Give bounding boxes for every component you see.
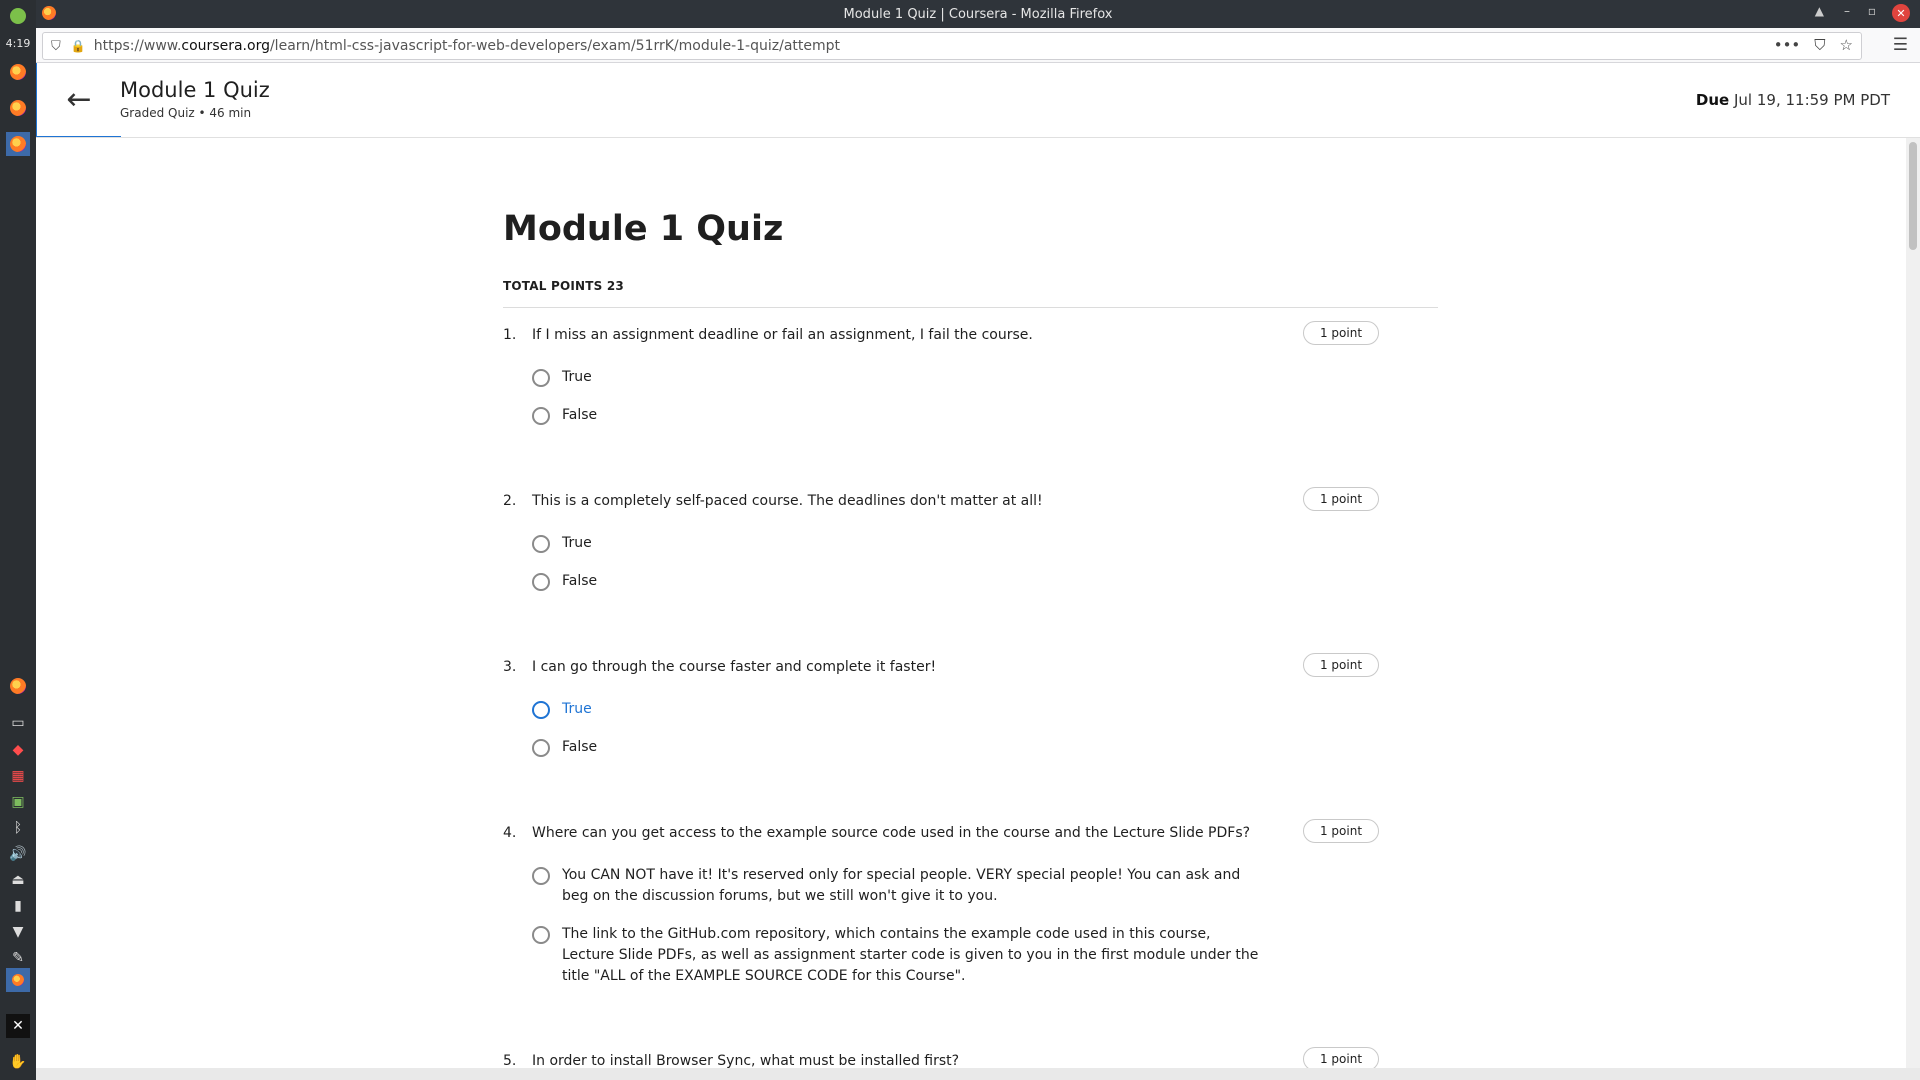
firefox-launcher-icon[interactable]: [6, 674, 30, 698]
image-viewer-icon[interactable]: ▣: [6, 790, 30, 814]
lock-icon[interactable]: 🔒: [71, 39, 86, 53]
url-bar[interactable]: ⛉ 🔒 https://www.coursera.org/learn/html-…: [42, 32, 1862, 60]
question-text: If I miss an assignment deadline or fail…: [532, 327, 1033, 343]
header-subtitle: Graded Quiz • 46 min: [120, 106, 252, 120]
back-button[interactable]: ←: [36, 63, 121, 137]
keep-above-icon[interactable]: ▲: [1815, 4, 1824, 18]
points-badge: 1 point: [1303, 321, 1379, 345]
battery-icon: ▮: [14, 898, 22, 914]
radio-button[interactable]: [532, 535, 550, 553]
radio-button[interactable]: [532, 926, 550, 944]
window-titlebar: Module 1 Quiz | Coursera - Mozilla Firef…: [36, 0, 1920, 28]
shield-icon[interactable]: ⛉: [51, 39, 61, 54]
file-manager-icon[interactable]: ▭: [6, 711, 30, 735]
clip-icon[interactable]: ✎: [6, 946, 30, 970]
points-badge: 1 point: [1303, 819, 1379, 843]
option-label[interactable]: True: [562, 699, 592, 720]
answer-option[interactable]: You CAN NOT have it! It's reserved only …: [532, 867, 1262, 907]
option-label[interactable]: True: [562, 533, 592, 554]
os-dock: 4:19 ▭ ◆ ▦ ▣ ᛒ 🔊 ⏏ ▮ ▼ ✎ ✕ ✋: [0, 0, 36, 1080]
header-title: Module 1 Quiz: [120, 78, 270, 102]
wifi-icon[interactable]: ▼: [6, 920, 30, 944]
vertical-scrollbar[interactable]: [1906, 138, 1920, 1068]
answer-option[interactable]: True: [532, 701, 592, 720]
firefox-window-icon[interactable]: [6, 132, 30, 156]
firefox-icon: [42, 6, 56, 20]
option-label[interactable]: True: [562, 367, 592, 388]
firefox-window-icon[interactable]: [6, 96, 30, 120]
horizontal-scrollbar[interactable]: [36, 1068, 1920, 1080]
hamburger-icon[interactable]: ☰: [1893, 35, 1908, 55]
window-title: Module 1 Quiz | Coursera - Mozilla Firef…: [843, 6, 1113, 22]
bookmark-star-icon[interactable]: ☆: [1840, 36, 1853, 54]
answer-option[interactable]: True: [532, 369, 592, 388]
scrollbar-thumb[interactable]: [1909, 142, 1917, 250]
question-text: I can go through the course faster and c…: [532, 659, 937, 675]
page-actions-icon[interactable]: •••: [1774, 36, 1801, 54]
points-badge: 1 point: [1303, 487, 1379, 511]
browser-navbar: ⛉ 🔒 https://www.coursera.org/learn/html-…: [36, 28, 1920, 63]
option-label[interactable]: You CAN NOT have it! It's reserved only …: [562, 865, 1262, 907]
git-icon[interactable]: ◆: [6, 738, 30, 762]
question-text: This is a completely self-paced course. …: [532, 493, 1043, 509]
minimize-icon[interactable]: –: [1844, 4, 1850, 18]
quiz-content: Module 1 Quiz TOTAL POINTS 23 1. If I mi…: [503, 205, 1438, 1071]
question-text: In order to install Browser Sync, what m…: [532, 1053, 960, 1069]
answer-option[interactable]: True: [532, 535, 592, 554]
radio-button[interactable]: [532, 407, 550, 425]
arrow-left-icon: ←: [66, 82, 92, 117]
total-points: TOTAL POINTS 23: [503, 279, 624, 293]
question-number: 2.: [503, 493, 517, 509]
question-number: 5.: [503, 1053, 517, 1069]
question-number: 3.: [503, 659, 517, 675]
answer-option[interactable]: False: [532, 573, 597, 592]
question-text: Where can you get access to the example …: [532, 825, 1251, 841]
radio-button[interactable]: [532, 573, 550, 591]
radio-button[interactable]: [532, 701, 550, 719]
volume-icon[interactable]: 🔊: [6, 842, 30, 866]
question-number: 1.: [503, 327, 517, 343]
question-number: 4.: [503, 825, 517, 841]
eject-icon[interactable]: ⏏: [6, 868, 30, 892]
url-text[interactable]: https://www.coursera.org/learn/html-css-…: [94, 38, 840, 54]
option-label[interactable]: False: [562, 405, 597, 426]
radio-button[interactable]: [532, 867, 550, 885]
close-icon[interactable]: ✕: [1892, 4, 1910, 22]
answer-option[interactable]: False: [532, 739, 597, 758]
course-header: ← Module 1 Quiz Graded Quiz • 46 min Due…: [36, 63, 1920, 138]
maximize-icon[interactable]: ▫: [1868, 4, 1876, 18]
app-menu-icon[interactable]: [6, 4, 30, 28]
answer-option[interactable]: The link to the GitHub.com repository, w…: [532, 926, 1262, 987]
calendar-icon[interactable]: ▦: [6, 764, 30, 788]
firefox-task-icon[interactable]: [6, 968, 30, 992]
option-label[interactable]: False: [562, 737, 597, 758]
option-label[interactable]: False: [562, 571, 597, 592]
bluetooth-icon[interactable]: ᛒ: [6, 816, 30, 840]
radio-button[interactable]: [532, 369, 550, 387]
due-date: Due Jul 19, 11:59 PM PDT: [1695, 91, 1890, 109]
option-label[interactable]: The link to the GitHub.com repository, w…: [562, 924, 1262, 987]
divider: [503, 307, 1438, 308]
radio-button[interactable]: [532, 739, 550, 757]
firefox-window-icon[interactable]: [6, 60, 30, 84]
pocket-icon[interactable]: ⛉: [1814, 36, 1825, 54]
answer-option[interactable]: False: [532, 407, 597, 426]
x-app-icon[interactable]: ✕: [6, 1014, 30, 1038]
hand-icon[interactable]: ✋: [6, 1050, 30, 1074]
page-title: Module 1 Quiz: [503, 209, 784, 249]
points-badge: 1 point: [1303, 653, 1379, 677]
system-clock: 4:19: [5, 37, 31, 50]
